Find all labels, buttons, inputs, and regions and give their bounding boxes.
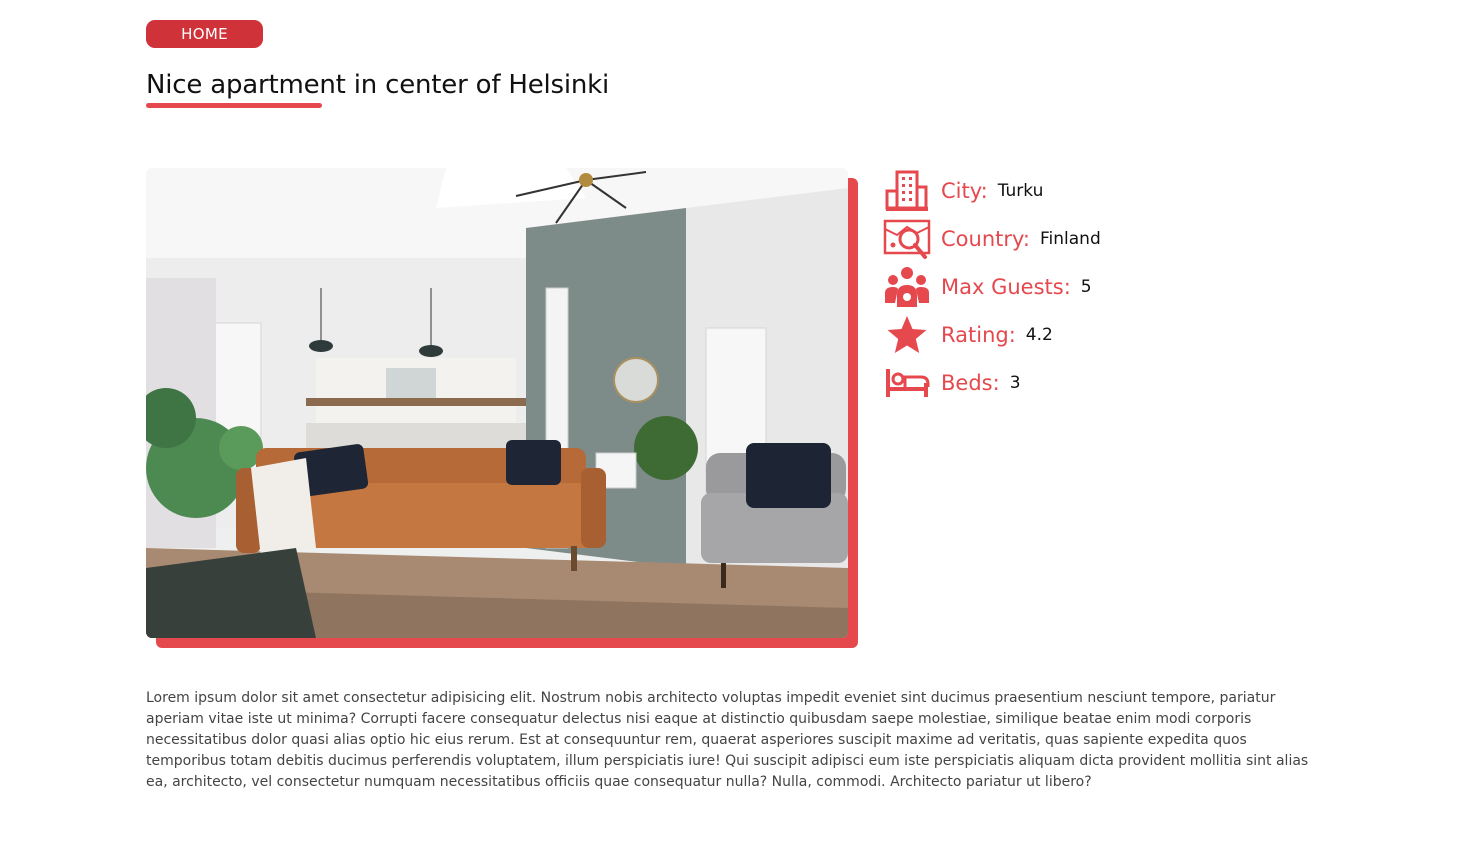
building-icon: [882, 167, 932, 215]
map-search-icon: [882, 215, 932, 263]
city-value: Turku: [997, 181, 1044, 201]
detail-row-city: City: Turku: [882, 167, 1302, 215]
detail-row-country: Country: Finland: [882, 215, 1302, 263]
country-label: Country:: [941, 227, 1030, 251]
beds-value: 3: [1009, 373, 1021, 393]
max-guests-label: Max Guests:: [941, 275, 1071, 299]
people-group-icon: [882, 263, 932, 311]
title-underline: [146, 103, 322, 108]
home-button[interactable]: HOME: [146, 20, 263, 48]
detail-row-beds: Beds: 3: [882, 359, 1302, 407]
rating-label: Rating:: [941, 323, 1016, 347]
listing-description: Lorem ipsum dolor sit amet consectetur a…: [146, 690, 1309, 790]
rating-value: 4.2: [1025, 325, 1053, 345]
detail-row-rating: Rating: 4.2: [882, 311, 1302, 359]
star-icon: [882, 311, 932, 359]
apartment-photo: [146, 168, 848, 638]
beds-label: Beds:: [941, 371, 1000, 395]
country-value: Finland: [1039, 229, 1101, 249]
detail-row-max-guests: Max Guests: 5: [882, 263, 1302, 311]
page-title: Nice apartment in center of Helsinki: [146, 70, 610, 100]
bed-icon: [882, 359, 932, 407]
city-label: City:: [941, 179, 988, 203]
max-guests-value: 5: [1080, 277, 1092, 297]
